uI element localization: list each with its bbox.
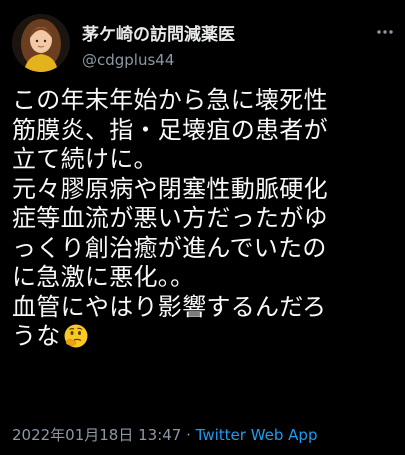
tweet-card: 茅ケ崎の訪問減薬医 @cdgplus44 この年末年始から急に壊死性 筋膜炎、指… [0,0,405,455]
source-link[interactable]: Twitter Web App [196,426,318,444]
meta-separator: · [181,426,196,444]
user-handle[interactable]: @cdgplus44 [82,51,174,69]
thinking-face-emoji [63,323,89,349]
tweet-text-line: 症等血流が悪い方だったがゆ [12,204,328,232]
tweet-meta: 2022年01月18日 13:47 · Twitter Web App [12,424,317,445]
tweet-text-fragment: うな [12,322,61,350]
tweet-text-line: に急激に悪化。。 [12,263,195,291]
tweet-text-line: 立て続けに。 [12,145,158,173]
avatar-illustration [12,14,70,72]
tweet-text-line-last: うな [12,322,398,352]
tweet-text: この年末年始から急に壊死性 筋膜炎、指・足壊疽の患者が 立て続けに。 元々膠原病… [12,86,398,352]
tweet-text-line: 血管にやはり影響するんだろ [12,292,327,321]
avatar[interactable] [12,14,70,72]
display-name[interactable]: 茅ケ崎の訪問減薬医 [82,20,235,45]
tweet-text-line: っくり創治癒が進んでいたの [12,233,327,262]
tweet-text-line: 元々膠原病や閉塞性動脈硬化 [12,174,328,203]
tweet-text-line: 筋膜炎、指・足壊疽の患者が [12,115,328,144]
more-options-icon[interactable] [375,22,395,42]
timestamp[interactable]: 2022年01月18日 13:47 [12,426,181,444]
tweet-text-line: この年末年始から急に壊死性 [12,86,328,114]
